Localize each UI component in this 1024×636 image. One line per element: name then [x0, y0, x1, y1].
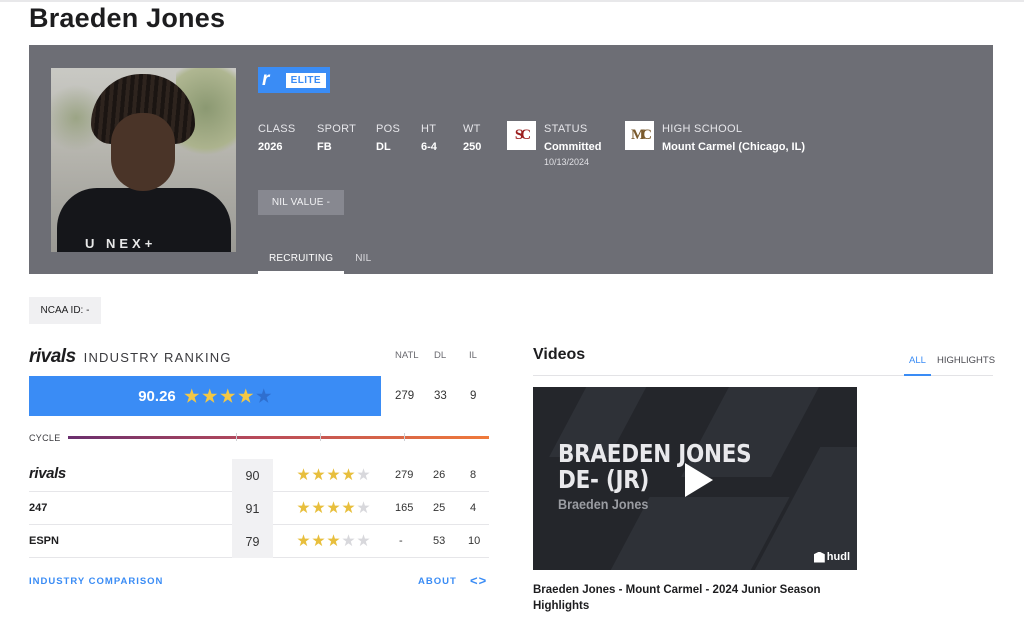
status-info: STATUS Committed 10/13/2024 — [544, 123, 602, 167]
stat-height: HT 6-4 — [421, 123, 437, 153]
star-icon — [184, 388, 200, 403]
hudl-logo: hudl — [813, 551, 850, 563]
tab-nil[interactable]: NIL — [344, 247, 382, 274]
nil-value-button[interactable]: NIL VALUE - — [258, 190, 344, 215]
tab-all[interactable]: ALL — [904, 355, 931, 376]
star-icon — [327, 501, 340, 514]
star-icon — [220, 388, 236, 403]
video-caption[interactable]: Braeden Jones - Mount Carmel - 2024 Juni… — [533, 582, 833, 614]
site-name: 247 — [29, 502, 48, 514]
industry-natl-rank: 279 — [395, 390, 415, 402]
embed-code-icon[interactable]: <> — [470, 573, 487, 588]
site-name: rivals — [29, 465, 66, 482]
site-score: 91 — [232, 492, 273, 525]
stat-sport: SPORT FB — [317, 123, 357, 153]
star-icon — [312, 534, 325, 547]
profile-tabs: RECRUITING NIL — [258, 247, 382, 274]
site-position-rank: 26 — [433, 469, 446, 481]
table-row: ESPN 79 - 53 10 — [29, 525, 489, 558]
player-photo: U NEX+ — [51, 68, 236, 252]
top-divider — [0, 0, 1024, 2]
star-icon — [357, 468, 370, 481]
table-row: 247 91 165 25 4 — [29, 492, 489, 525]
star-icon — [342, 501, 355, 514]
site-stars — [297, 468, 370, 481]
star-icon — [357, 534, 370, 547]
star-icon — [357, 501, 370, 514]
cycle-timeline — [68, 436, 489, 439]
site-natl-rank: 279 — [395, 469, 414, 481]
star-icon — [312, 468, 325, 481]
rivals-logo: rivals — [29, 346, 76, 367]
site-state-rank: 10 — [468, 535, 481, 547]
site-position-rank: 53 — [433, 535, 446, 547]
usc-school-logo[interactable]: SC — [507, 121, 536, 150]
site-state-rank: 4 — [470, 502, 477, 514]
site-natl-rank: - — [399, 535, 403, 547]
player-header-card: U NEX+ r ELITE CLASS 2026 SPORT FB POS D… — [29, 45, 993, 274]
site-natl-rank: 165 — [395, 502, 414, 514]
star-icon — [297, 501, 310, 514]
industry-rating: 90.26 — [138, 387, 176, 405]
site-stars — [297, 534, 370, 547]
site-state-rank: 8 — [470, 469, 477, 481]
about-link[interactable]: ABOUT — [418, 576, 457, 587]
star-icon — [327, 534, 340, 547]
header-state: IL — [469, 350, 477, 361]
site-score: 90 — [232, 459, 273, 492]
ncaa-id-badge: NCAA ID: - — [29, 297, 101, 324]
site-name: ESPN — [29, 535, 59, 547]
stat-weight: WT 250 — [463, 123, 482, 153]
table-row: rivals 90 279 26 8 — [29, 459, 489, 492]
videos-title: Videos — [533, 346, 586, 363]
player-name: Braeden Jones — [29, 3, 226, 33]
industry-ranking-title: INDUSTRY RANKING — [83, 350, 232, 365]
hudl-icon — [813, 551, 825, 563]
star-icon — [342, 468, 355, 481]
industry-ranking-header: rivals INDUSTRY RANKING — [29, 346, 232, 368]
elite-badge: r ELITE — [258, 67, 330, 93]
tab-highlights[interactable]: HIGHLIGHTS — [937, 355, 995, 366]
header-natl: NATL — [395, 350, 419, 361]
industry-stars — [184, 388, 272, 404]
site-stars — [297, 501, 370, 514]
tab-recruiting[interactable]: RECRUITING — [258, 247, 345, 274]
video-overlay-title: BRAEDEN JONES DE- (JR) — [558, 439, 752, 494]
video-thumbnail[interactable]: BRAEDEN JONES DE- (JR) Braeden Jones hud… — [533, 387, 857, 570]
star-icon — [297, 468, 310, 481]
play-icon[interactable] — [685, 463, 713, 497]
industry-comparison-link[interactable]: INDUSTRY COMPARISON — [29, 576, 163, 587]
header-position: DL — [434, 350, 447, 361]
star-icon — [202, 388, 218, 403]
mount-carmel-logo[interactable]: MC — [625, 121, 654, 150]
site-position-rank: 25 — [433, 502, 446, 514]
star-icon — [327, 468, 340, 481]
star-icon — [342, 534, 355, 547]
high-school-info: HIGH SCHOOL Mount Carmel (Chicago, IL) — [662, 123, 805, 153]
star-icon — [312, 501, 325, 514]
industry-state-rank: 9 — [470, 390, 477, 402]
stat-class: CLASS 2026 — [258, 123, 296, 153]
elite-badge-label: ELITE — [285, 72, 326, 88]
video-overlay-subtitle: Braeden Jones — [558, 496, 649, 512]
site-score: 79 — [232, 525, 273, 558]
industry-position-rank: 33 — [434, 390, 447, 402]
industry-rating-bar: 90.26 — [29, 376, 381, 416]
star-icon — [297, 534, 310, 547]
star-icon — [238, 388, 254, 403]
star-icon — [256, 388, 272, 403]
rivals-r-icon: r — [262, 69, 270, 90]
stat-position: POS DL — [376, 123, 401, 153]
cycle-label: CYCLE — [29, 433, 61, 443]
